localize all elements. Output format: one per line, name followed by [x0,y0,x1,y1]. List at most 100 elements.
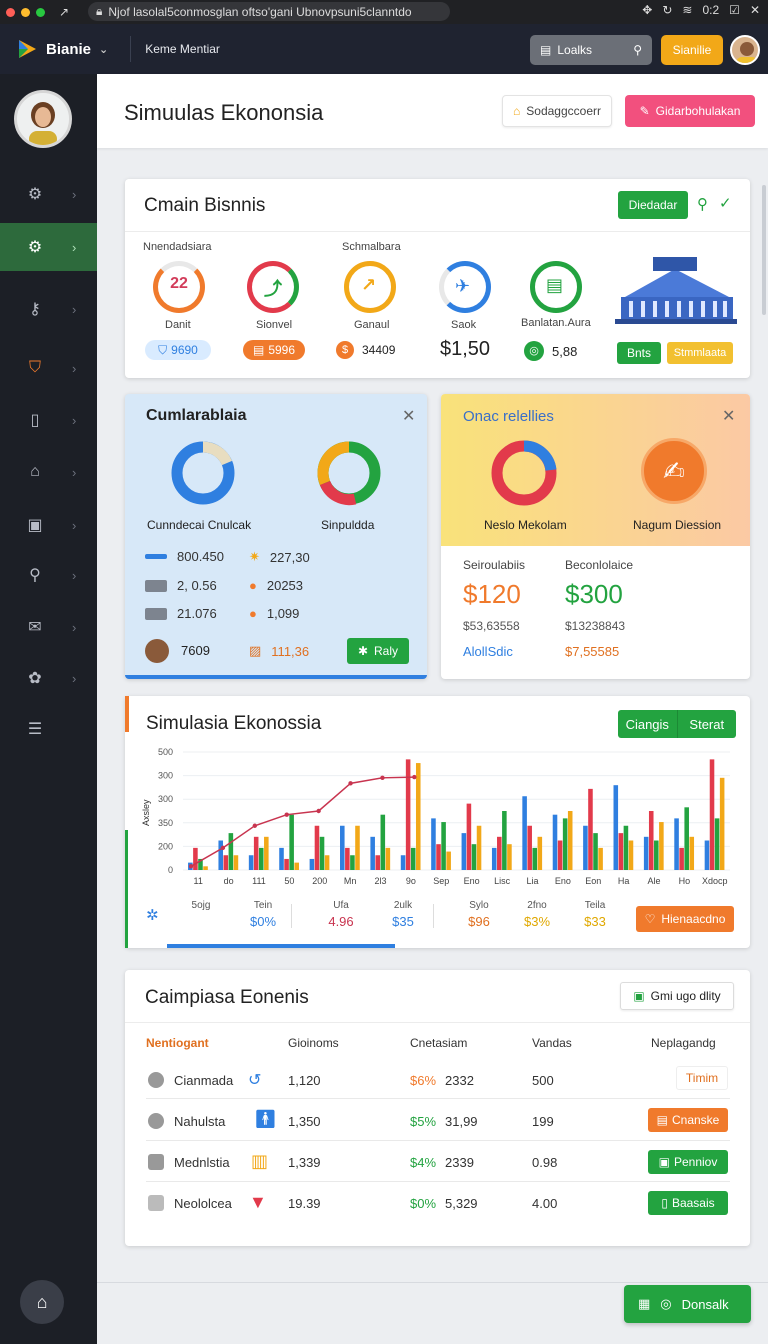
column-header[interactable]: Neplagandg [651,1036,716,1050]
bar [279,847,284,870]
row-percent: $0% [410,1196,437,1211]
y-tick-label: 350 [158,818,173,828]
divider [125,1022,750,1023]
green-button[interactable]: Bnts [617,342,661,364]
stat-value: 800.450 [177,549,224,564]
lock-icon: 🔒︎ [96,4,103,18]
sidebar-item-settings[interactable]: ⚙ › [0,170,97,218]
magnifier-icon: ⚲ [29,567,41,584]
close-tab-icon[interactable]: ✕ [750,3,760,17]
row-button[interactable]: ▤ Cnanske [648,1108,728,1132]
stat-row: 21.076 [145,606,217,621]
maximize-window-icon[interactable] [36,7,45,17]
close-icon[interactable]: ✕ [722,406,735,426]
sidebar-item-box[interactable]: ▣ › [0,501,97,549]
footer-divider [291,904,292,928]
minimize-window-icon[interactable] [21,7,30,17]
column-header[interactable]: Cnetasiam [410,1036,467,1050]
scrollbar[interactable] [762,185,766,315]
sidebar-item-search[interactable]: ⚲ › [0,551,97,599]
stat-value: 227,30 [269,549,310,565]
bar [314,825,320,870]
stat-value: 20253 [266,578,304,593]
back-arrow-icon[interactable]: ↗ [59,5,69,19]
brand-logo-icon [19,40,36,58]
sidebar-item-menu[interactable]: ☰ [0,705,97,753]
chevron-down-icon[interactable]: ⌄ [99,43,108,56]
row-button[interactable]: ▣ Penniov [648,1150,728,1174]
primary-button-label: Gidarbohulakan [655,104,741,118]
close-icon[interactable]: ✕ [402,406,415,426]
close-window-icon[interactable] [6,7,15,17]
item-label: Banlatan.Aura [521,317,591,329]
home-icon[interactable]: ⌂ [20,1280,64,1324]
bar [588,788,593,870]
segment-change[interactable]: Ciangis [618,710,678,738]
rally-button[interactable]: ✱ Raly [347,638,409,664]
search-icon[interactable]: ⚲ [697,195,708,213]
secondary-button[interactable]: ⌂ Sodaggccoerr [502,95,612,127]
sidebar-item-puzzle[interactable]: ✿ › [0,654,97,702]
page-title: Simuulas Ekononsia [124,100,324,125]
checkbox-icon[interactable]: ☑ [729,3,740,17]
sidebar-item-inbox[interactable]: ✉ › [0,603,97,651]
segment-start[interactable]: Sterat [678,710,737,738]
bar [228,833,234,870]
row-amount: 2332 [445,1073,474,1088]
col2-label: Beconlolaice [565,558,634,572]
inbox-icon: ✉ [28,619,42,636]
bar [223,855,229,870]
stat-value: 21.076 [177,606,217,621]
footer-metric-value: $3% [523,914,551,929]
bar [375,855,381,870]
footer-metric-label: 5ojg [191,900,211,911]
yellow-button[interactable]: Stmmlaata [667,342,733,364]
bar [294,862,299,870]
sidebar-item-document[interactable]: ▯ › [0,396,97,444]
floating-action-button[interactable]: ▦ ◎ Donsalk [624,1285,751,1323]
bar [355,825,360,870]
row-button[interactable]: ▯ Baasais [648,1191,728,1215]
column-header[interactable]: Nentiogant [146,1036,209,1050]
item-value-pill[interactable]: ▤ 5996 [243,340,305,360]
profile-avatar[interactable] [14,90,72,148]
chart-footer-button[interactable]: ♡ Hienaacdno [636,906,734,932]
row-number: 19.39 [288,1196,321,1211]
column-header[interactable]: Gioinoms [288,1036,339,1050]
brand[interactable]: Bianie ⌄ [16,38,108,60]
col1-link[interactable]: AlollSdic [463,644,513,659]
column-header[interactable]: Vandas [532,1036,572,1050]
chevron-right-icon: › [72,301,77,317]
row-button-label: Baasais [671,1196,715,1210]
trend-icon: ↗ [361,275,377,295]
refresh-icon[interactable]: ↻ [662,3,672,17]
building-icon: ⌂ [30,463,40,480]
bar [522,796,527,870]
primary-button[interactable]: ✎ Gidarbohulakan [625,95,755,127]
card-action-button[interactable]: Diedadar [618,191,688,219]
col2-sub: $13238843 [565,619,626,633]
puzzle-icon: ✿ [28,670,42,687]
site-button[interactable]: Sianilie [661,35,723,65]
address-bar[interactable]: 🔒︎ Njof lasolal5conmosglan oftso'gani Ub… [88,2,450,21]
x-tick-label: 11 [194,876,203,886]
bar [436,844,441,870]
chart-up-icon: ⤴ [264,279,282,299]
footer-metric-label: Ufa [333,900,349,911]
table-action-button[interactable]: ▣ Gmi ugo dlity [620,982,734,1010]
sidebar-item-shield[interactable]: ⛉ › [0,344,97,392]
bar [253,836,259,870]
row-percent: $6% [410,1073,437,1088]
user-avatar[interactable] [730,35,760,65]
search-button[interactable]: ▤ Loalks ⚲ [530,35,652,65]
sidebar-item-key[interactable]: ⚷ › [0,285,97,333]
row-button[interactable]: Timim [676,1066,728,1090]
sidebar-item-settings-active[interactable]: ⚙ › [0,223,97,271]
check-icon[interactable]: ✓ [719,194,732,212]
move-icon[interactable]: ✥ [642,3,652,17]
row-name: Mednlstia [174,1155,230,1170]
progress-underline [167,944,395,948]
sidebar-item-home[interactable]: ⌂ › [0,448,97,496]
document-icon: ▯ [661,1196,668,1210]
item-value-pill[interactable]: ⛉ 9690 [145,340,211,360]
